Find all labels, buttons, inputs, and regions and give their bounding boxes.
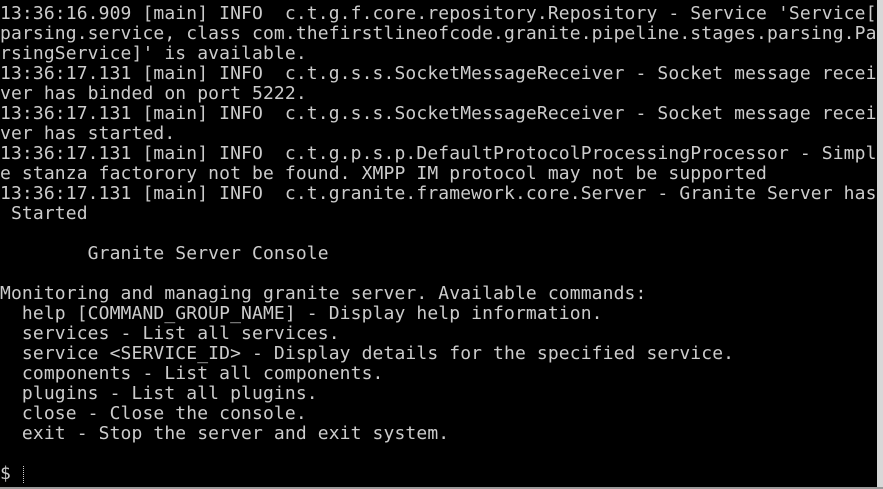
terminal-line: rsingService]' is available. [0,43,307,64]
terminal-line: help [COMMAND_GROUP_NAME] - Display help… [0,303,603,324]
terminal-line: 13:36:17.131 [main] INFO c.t.g.s.s.Socke… [0,103,877,124]
window-right-border [877,0,883,489]
terminal-line: Monitoring and managing granite server. … [0,283,647,304]
log-lines: 13:36:16.909 [main] INFO c.t.g.f.core.re… [0,4,877,464]
terminal-line: 13:36:17.131 [main] INFO c.t.granite.fra… [0,183,877,204]
terminal-line: exit - Stop the server and exit system. [0,423,450,444]
terminal-line: services - List all services. [0,323,340,344]
terminal-line: components - List all components. [0,363,384,384]
terminal-line: ver has binded on port 5222. [0,83,307,104]
terminal-line: close - Close the console. [0,403,307,424]
terminal-line: e stanza factorory not be found. XMPP IM… [0,163,767,184]
terminal-line: Started [0,203,88,224]
terminal-line: 13:36:16.909 [main] INFO c.t.g.f.core.re… [0,4,877,24]
command-prompt-row[interactable]: $ [0,464,877,484]
terminal-output[interactable]: 13:36:16.909 [main] INFO c.t.g.f.core.re… [0,4,877,487]
terminal-line: 13:36:17.131 [main] INFO c.t.g.p.s.p.Def… [0,143,877,164]
prompt-symbol: $ [0,463,11,484]
terminal-line: plugins - List all plugins. [0,383,318,404]
terminal-line: ver has started. [0,123,176,144]
terminal-line: parsing.service, class com.thefirstlineo… [0,23,877,44]
terminal-line: 13:36:17.131 [main] INFO c.t.g.s.s.Socke… [0,63,877,84]
text-cursor [22,465,24,483]
terminal-line: Granite Server Console [0,243,329,264]
terminal-line: service <SERVICE_ID> - Display details f… [0,343,735,364]
